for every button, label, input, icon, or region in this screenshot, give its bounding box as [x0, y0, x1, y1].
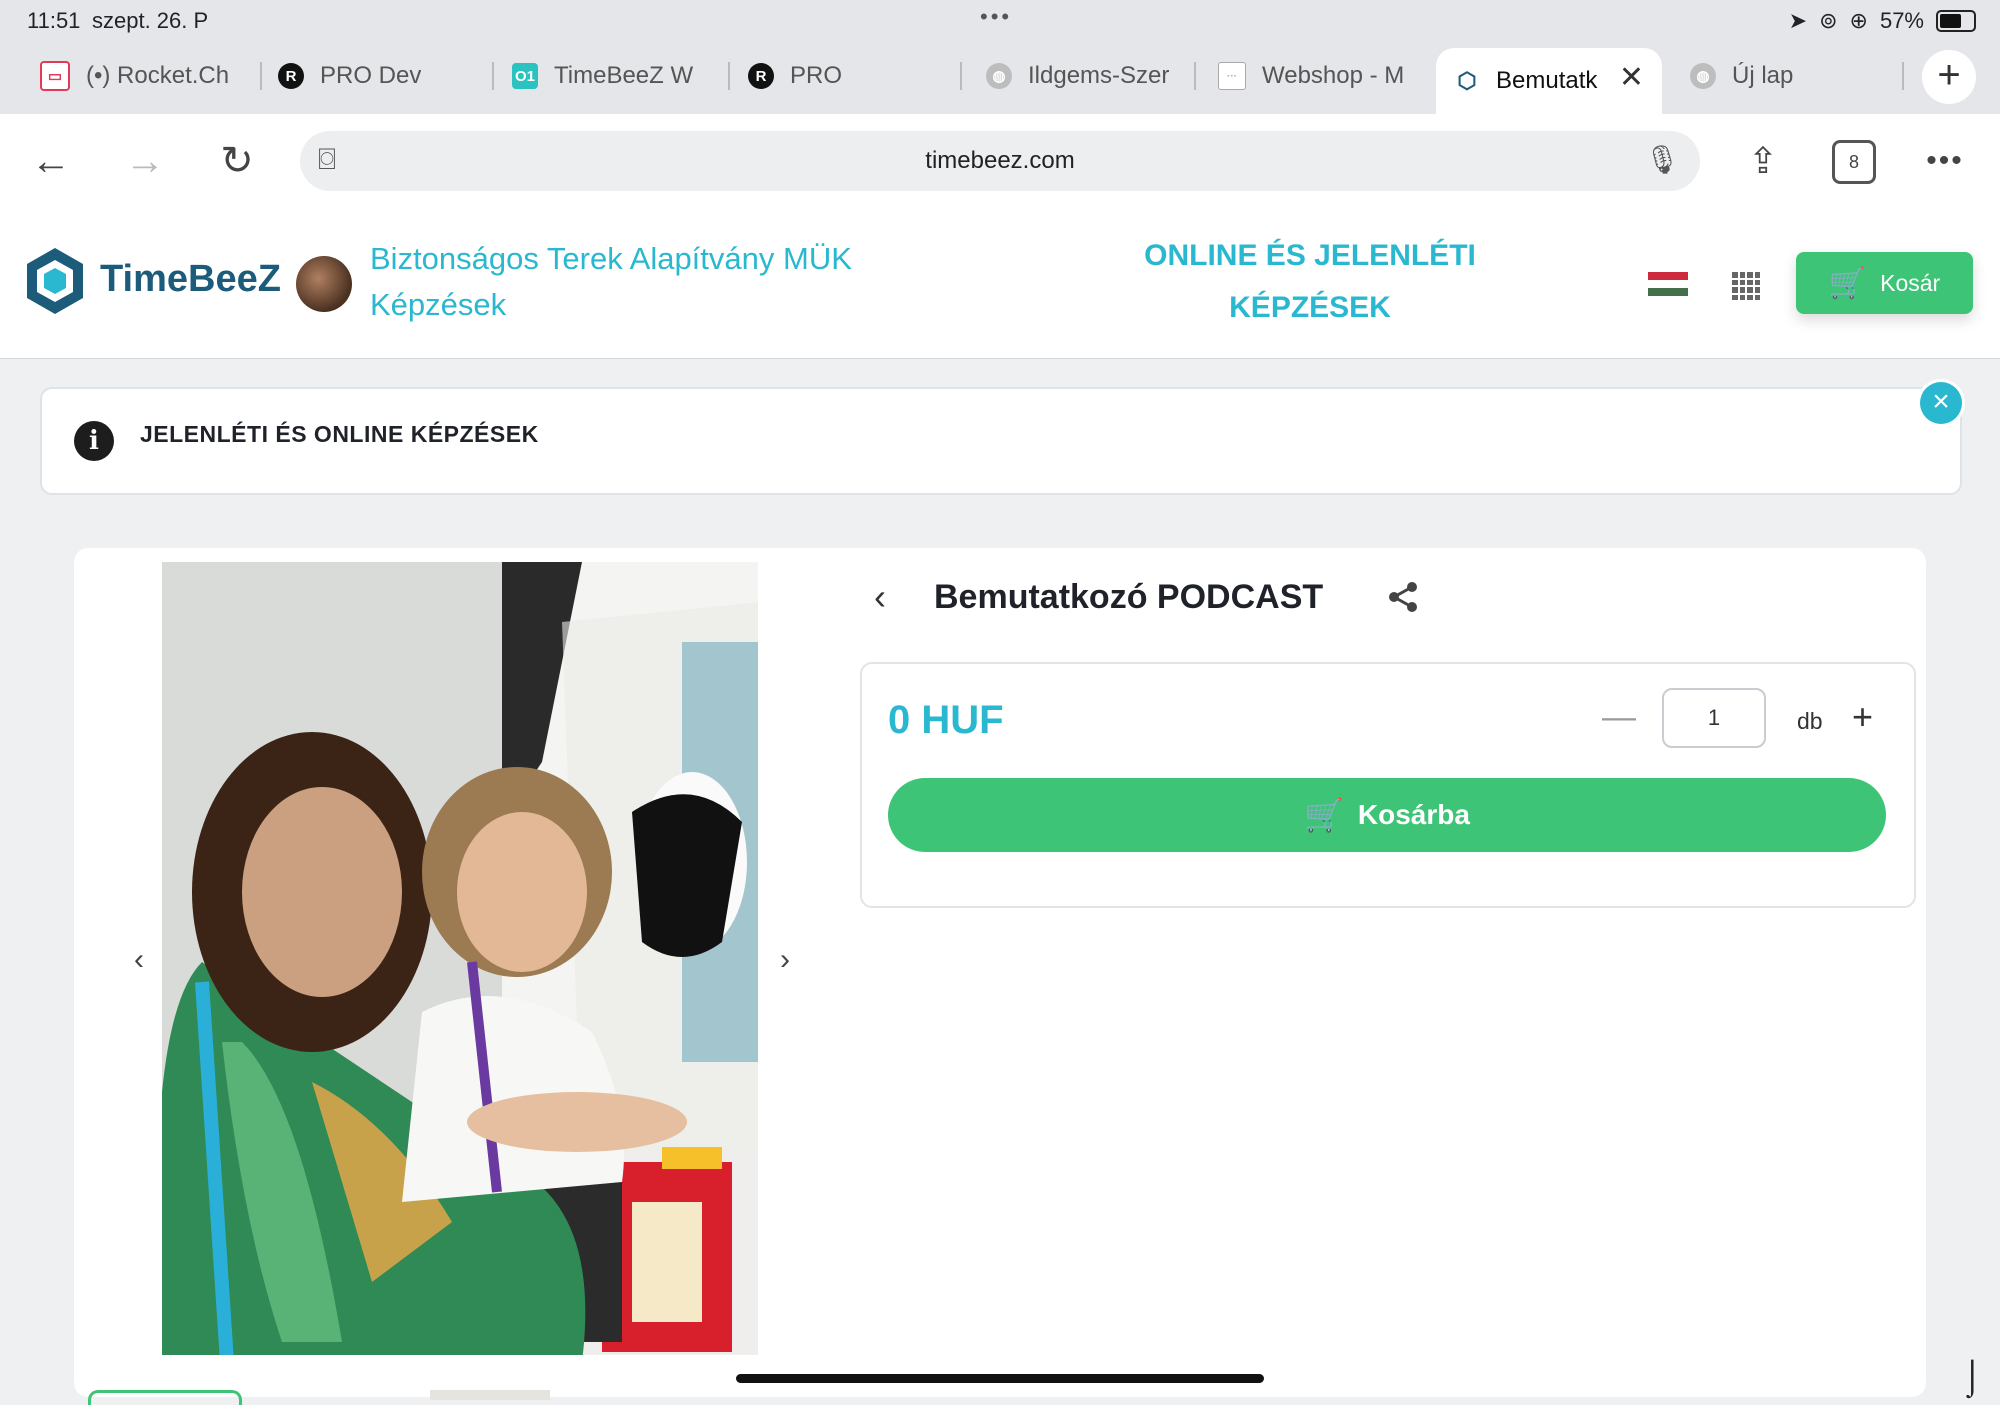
cart-label: Kosár	[1880, 269, 1941, 296]
carousel-next-icon[interactable]: ›	[770, 943, 800, 977]
back-arrow-icon[interactable]: ←	[24, 134, 78, 188]
forward-arrow-icon[interactable]: →	[118, 134, 172, 188]
info-icon: i	[74, 421, 114, 461]
globe-icon: ◍	[986, 63, 1012, 89]
timebeez-icon: ⬡	[1454, 68, 1480, 94]
close-notice-icon[interactable]: ×	[1920, 382, 1962, 424]
info-notice: i JELENLÉTI ÉS ONLINE KÉPZÉSEK	[40, 387, 1962, 495]
battery-icon	[1936, 10, 1976, 32]
tab-title: PRO Dev	[320, 62, 422, 89]
status-bar: 11:51 szept. 26. P ••• ➤ ⊚ ⊕ 57%	[0, 0, 2000, 40]
site-logo-text[interactable]: TimeBeeZ	[100, 258, 281, 301]
tab-title: PRO	[790, 62, 843, 89]
nav-online-courses[interactable]: ONLINE ÉS JELENLÉTI KÉPZÉSEK	[1090, 230, 1530, 334]
close-tab-icon[interactable]: ✕	[1619, 60, 1644, 95]
status-time: 11:51	[27, 8, 81, 33]
pencil-icon: ⌡	[1962, 1358, 1983, 1396]
product-price: 0 HUF	[888, 698, 1004, 742]
rotation-lock-icon: ⊕	[1849, 8, 1868, 33]
tab-new-page[interactable]: ◍ Új lap	[1690, 48, 1904, 104]
tab-title: Bemutatk	[1496, 67, 1598, 94]
tab-pro[interactable]: R PRO	[748, 48, 962, 104]
notice-text: JELENLÉTI ÉS ONLINE KÉPZÉSEK	[140, 421, 539, 447]
add-to-cart-button[interactable]: 🛒 Kosárba	[888, 778, 1886, 852]
battery-percent: 57%	[1879, 8, 1924, 33]
webshop-icon: ···	[1218, 62, 1246, 90]
thumbnail[interactable]	[430, 1390, 550, 1400]
cart-button[interactable]: 🛒 Kosár	[1796, 252, 1973, 314]
quantity-unit: db	[1797, 708, 1823, 734]
home-indicator[interactable]	[736, 1374, 1264, 1383]
tab-pro-dev[interactable]: R PRO Dev	[278, 48, 494, 104]
cart-plus-icon: 🛒	[1304, 797, 1344, 833]
carousel-prev-icon[interactable]: ‹	[124, 943, 154, 977]
org-avatar	[296, 256, 352, 312]
r-logo-icon: R	[748, 63, 774, 89]
product-card: ‹ › ‹ Bemutatkozó PODCAST 0 HUF — 1 db +…	[74, 548, 1926, 1405]
multitask-dots-icon[interactable]: •••	[980, 4, 1012, 30]
quantity-plus-button[interactable]: +	[1852, 696, 1873, 738]
apps-grid-icon[interactable]	[1732, 272, 1760, 300]
reload-icon[interactable]: ↻	[210, 134, 264, 188]
timebeez-logo-icon[interactable]	[24, 246, 86, 316]
quantity-input[interactable]	[1662, 688, 1766, 748]
tab-title: Webshop - M	[1262, 62, 1405, 89]
share-icon[interactable]: ⇪	[1736, 134, 1790, 188]
status-right-group: ➤ ⊚ ⊕ 57%	[1789, 8, 1976, 34]
product-title: Bemutatkozó PODCAST	[934, 578, 1324, 616]
status-date: szept. 26. P	[92, 8, 209, 33]
thumbnail-active[interactable]	[88, 1390, 242, 1405]
o1-logo-icon: O1	[512, 63, 538, 89]
url-text: timebeez.com	[925, 147, 1075, 174]
tab-webshop[interactable]: ··· Webshop - M	[1218, 48, 1414, 104]
tab-title: Új lap	[1732, 62, 1794, 89]
tab-timebeez-w[interactable]: O1 TimeBeeZ W	[512, 48, 730, 104]
price-box: 0 HUF — db + 🛒 Kosárba	[860, 662, 1916, 908]
microphone-icon[interactable]: 🎙	[1644, 143, 1680, 176]
tab-ildgems[interactable]: ◍ Ildgems-Szer	[986, 48, 1196, 104]
location-arrow-icon: ➤	[1788, 8, 1808, 33]
site-header: TimeBeeZ Biztonságos Terek Alapítvány MÜ…	[0, 208, 2000, 359]
address-bar[interactable]: ⌼ timebeez.com 🎙	[300, 131, 1700, 191]
tab-title: TimeBeeZ W	[554, 62, 694, 89]
org-title[interactable]: Biztonságos Terek Alapítvány MÜK Képzése…	[370, 236, 930, 328]
browser-toolbar: ← → ↻ ⌼ timebeez.com 🎙 ⇪ 8 •••	[0, 114, 2000, 209]
new-tab-button[interactable]: +	[1922, 50, 1976, 104]
tab-count-button[interactable]: 8	[1832, 140, 1876, 184]
add-to-cart-label: Kosárba	[1357, 799, 1470, 830]
rocket-chat-icon: ▭	[40, 61, 70, 91]
hungarian-flag-icon[interactable]	[1648, 272, 1688, 296]
r-logo-icon: R	[278, 63, 304, 89]
back-chevron-icon[interactable]: ‹	[874, 576, 886, 618]
tab-bemutatkozo-active[interactable]: ⬡ Bemutatk ✕	[1436, 48, 1662, 114]
quantity-minus-button[interactable]: —	[1602, 698, 1636, 737]
product-photo[interactable]	[162, 562, 758, 1355]
tab-strip: ▭ (•) Rocket.Ch R PRO Dev O1 TimeBeeZ W …	[0, 40, 2000, 114]
tab-title: (•) Rocket.Ch	[86, 62, 230, 89]
globe-icon: ◍	[1690, 63, 1716, 89]
link-icon: ⊚	[1819, 8, 1838, 33]
shopping-cart-icon: 🛒	[1828, 266, 1867, 300]
tab-rocket-chat[interactable]: ▭ (•) Rocket.Ch	[40, 48, 262, 104]
tab-title: Ildgems-Szer	[1028, 62, 1170, 89]
more-menu-icon[interactable]: •••	[1918, 134, 1972, 188]
share-nodes-icon[interactable]	[1386, 580, 1420, 614]
